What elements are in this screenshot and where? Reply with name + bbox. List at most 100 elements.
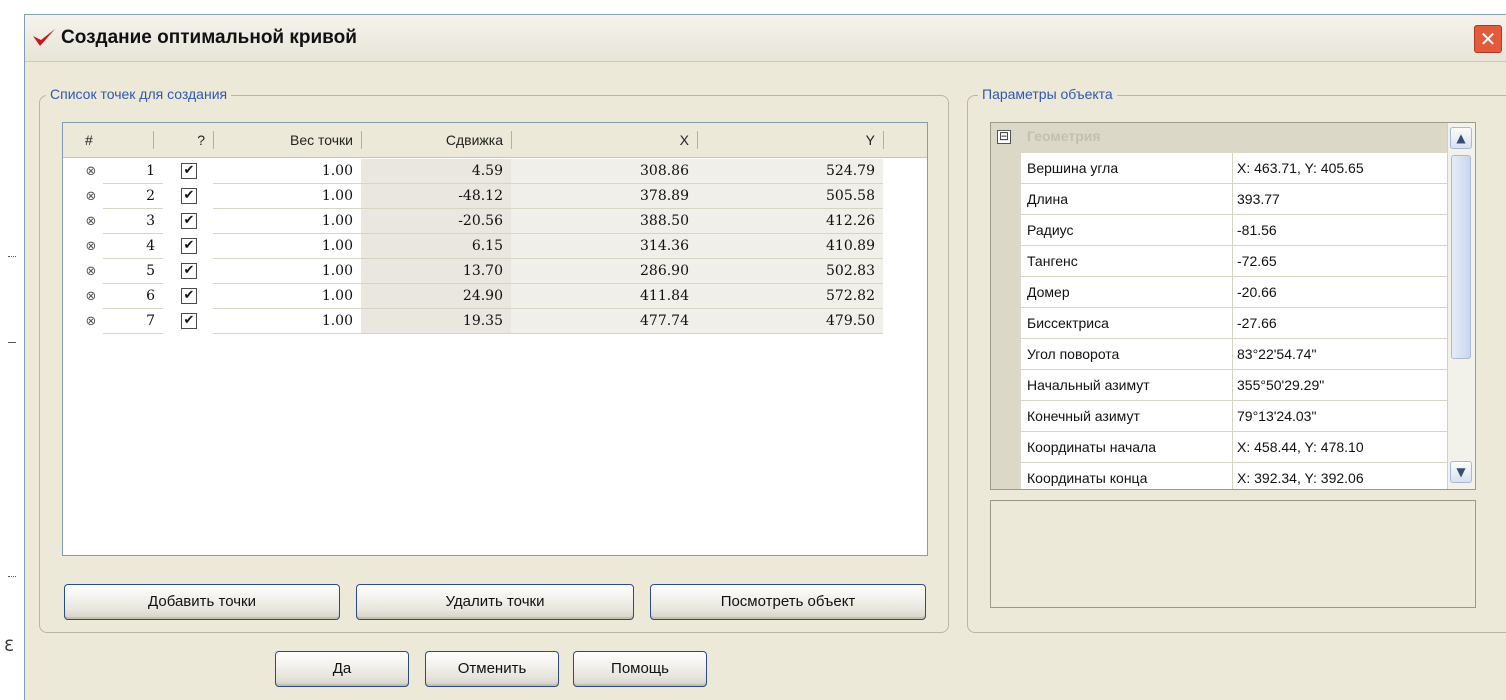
property-row[interactable]: Конечный азимут 79°13'24.03" — [1021, 401, 1447, 432]
property-value[interactable]: -27.66 — [1233, 308, 1447, 339]
cell-y[interactable]: 505.58 — [697, 184, 883, 209]
cell-weight[interactable]: 1.00 — [213, 184, 361, 209]
property-row[interactable]: Начальный азимут 355°50'29.29" — [1021, 370, 1447, 401]
cell-number: 5 — [103, 259, 163, 284]
column-header-shift[interactable]: Сдвижка — [361, 123, 511, 157]
property-row[interactable]: Биссектриса -27.66 — [1021, 308, 1447, 339]
cell-weight[interactable]: 1.00 — [213, 309, 361, 334]
row-marker-icon: ⊗ — [85, 214, 97, 229]
property-row[interactable]: Координаты начала X: 458.44, Y: 478.10 — [1021, 432, 1447, 463]
property-value[interactable]: 355°50'29.29" — [1233, 370, 1447, 401]
property-value[interactable]: X: 458.44, Y: 478.10 — [1233, 432, 1447, 463]
cell-x[interactable]: 286.90 — [511, 259, 697, 284]
cell-weight[interactable]: 1.00 — [213, 159, 361, 184]
property-row[interactable]: Угол поворота 83°22'54.74" — [1021, 339, 1447, 370]
object-params-group: Параметры объекта ⊟ Геометрия Вершина уг… — [967, 86, 1506, 633]
table-row[interactable]: ⊗ 2 ✔ 1.00 -48.12 378.89 505.58 — [63, 184, 883, 209]
cell-x[interactable]: 411.84 — [511, 284, 697, 309]
property-name: Начальный азимут — [1021, 370, 1233, 401]
collapse-icon[interactable]: ⊟ — [997, 130, 1011, 144]
enabled-checkbox[interactable]: ✔ — [181, 313, 197, 329]
column-header-y[interactable]: Y — [697, 123, 883, 157]
cell-y[interactable]: 572.82 — [697, 284, 883, 309]
property-value[interactable]: 393.77 — [1233, 184, 1447, 215]
column-header-enabled[interactable]: ? — [153, 123, 213, 157]
enabled-checkbox[interactable]: ✔ — [181, 263, 197, 279]
property-name: Радиус — [1021, 215, 1233, 246]
edge-glyph: Ɛ — [4, 636, 14, 655]
cell-shift[interactable]: 6.15 — [361, 234, 511, 259]
cell-shift[interactable]: 13.70 — [361, 259, 511, 284]
property-row[interactable]: Домер -20.66 — [1021, 277, 1447, 308]
cell-weight[interactable]: 1.00 — [213, 209, 361, 234]
dialog-window: Создание оптимальной кривой ✕ Список точ… — [24, 14, 1506, 700]
view-object-button[interactable]: Посмотреть объект — [650, 584, 926, 620]
cell-y[interactable]: 412.26 — [697, 209, 883, 234]
property-value[interactable]: X: 392.34, Y: 392.06 — [1233, 463, 1447, 489]
scroll-thumb[interactable] — [1451, 155, 1471, 359]
property-value[interactable]: X: 463.71, Y: 405.65 — [1233, 153, 1447, 184]
scroll-up-icon[interactable]: ▲ — [1450, 127, 1472, 149]
cell-x[interactable]: 388.50 — [511, 209, 697, 234]
help-button[interactable]: Помощь — [573, 651, 707, 687]
property-row[interactable]: Вершина угла X: 463.71, Y: 405.65 — [1021, 153, 1447, 184]
category-label: Геометрия — [1027, 128, 1101, 144]
scroll-down-icon[interactable]: ▼ — [1450, 461, 1472, 483]
property-value[interactable]: -81.56 — [1233, 215, 1447, 246]
cell-shift[interactable]: -20.56 — [361, 209, 511, 234]
cell-shift[interactable]: 19.35 — [361, 309, 511, 334]
cell-weight[interactable]: 1.00 — [213, 259, 361, 284]
cell-x[interactable]: 477.74 — [511, 309, 697, 334]
table-row[interactable]: ⊗ 3 ✔ 1.00 -20.56 388.50 412.26 — [63, 209, 883, 234]
table-row[interactable]: ⊗ 4 ✔ 1.00 6.15 314.36 410.89 — [63, 234, 883, 259]
column-header-number[interactable]: # — [63, 123, 153, 157]
property-value[interactable]: -20.66 — [1233, 277, 1447, 308]
cell-shift[interactable]: 24.90 — [361, 284, 511, 309]
column-header-weight[interactable]: Вес точки — [213, 123, 361, 157]
edge-dotted-mark — [8, 576, 16, 578]
table-row[interactable]: ⊗ 6 ✔ 1.00 24.90 411.84 572.82 — [63, 284, 883, 309]
ok-button[interactable]: Да — [275, 651, 409, 687]
cell-shift[interactable]: 4.59 — [361, 159, 511, 184]
property-scrollbar[interactable]: ▲ ▼ — [1447, 123, 1475, 489]
property-grid[interactable]: ⊟ Геометрия Вершина угла X: 463.71, Y: 4… — [990, 122, 1476, 490]
cell-number: 6 — [103, 284, 163, 309]
remove-points-button[interactable]: Удалить точки — [356, 584, 634, 620]
title-bar[interactable]: Создание оптимальной кривой ✕ — [25, 15, 1506, 62]
cell-x[interactable]: 378.89 — [511, 184, 697, 209]
enabled-checkbox[interactable]: ✔ — [181, 288, 197, 304]
cancel-button[interactable]: Отменить — [425, 651, 559, 687]
table-row[interactable]: ⊗ 7 ✔ 1.00 19.35 477.74 479.50 — [63, 309, 883, 334]
row-marker-icon: ⊗ — [85, 314, 97, 329]
close-button[interactable]: ✕ — [1474, 25, 1502, 53]
enabled-checkbox[interactable]: ✔ — [181, 163, 197, 179]
points-table[interactable]: # ? Вес точки Сдвижка X Y ⊗ 1 ✔ 1.00 4.5… — [62, 122, 928, 556]
property-row[interactable]: Радиус -81.56 — [1021, 215, 1447, 246]
cell-y[interactable]: 502.83 — [697, 259, 883, 284]
property-gutter — [991, 153, 1021, 489]
cell-y[interactable]: 524.79 — [697, 159, 883, 184]
column-header-x[interactable]: X — [511, 123, 697, 157]
property-row[interactable]: Тангенс -72.65 — [1021, 246, 1447, 277]
cell-weight[interactable]: 1.00 — [213, 234, 361, 259]
table-row[interactable]: ⊗ 1 ✔ 1.00 4.59 308.86 524.79 — [63, 159, 883, 184]
enabled-checkbox[interactable]: ✔ — [181, 238, 197, 254]
property-name: Тангенс — [1021, 246, 1233, 277]
cell-y[interactable]: 410.89 — [697, 234, 883, 259]
cell-weight[interactable]: 1.00 — [213, 284, 361, 309]
enabled-checkbox[interactable]: ✔ — [181, 213, 197, 229]
window-title: Создание оптимальной кривой — [61, 27, 357, 48]
property-value[interactable]: 79°13'24.03" — [1233, 401, 1447, 432]
cell-x[interactable]: 314.36 — [511, 234, 697, 259]
property-value[interactable]: -72.65 — [1233, 246, 1447, 277]
cell-y[interactable]: 479.50 — [697, 309, 883, 334]
property-row[interactable]: Длина 393.77 — [1021, 184, 1447, 215]
property-value[interactable]: 83°22'54.74" — [1233, 339, 1447, 370]
cell-shift[interactable]: -48.12 — [361, 184, 511, 209]
category-row-geometry[interactable]: ⊟ Геометрия — [991, 123, 1447, 153]
enabled-checkbox[interactable]: ✔ — [181, 188, 197, 204]
cell-x[interactable]: 308.86 — [511, 159, 697, 184]
property-row[interactable]: Координаты конца X: 392.34, Y: 392.06 — [1021, 463, 1447, 489]
table-row[interactable]: ⊗ 5 ✔ 1.00 13.70 286.90 502.83 — [63, 259, 883, 284]
add-points-button[interactable]: Добавить точки — [64, 584, 340, 620]
